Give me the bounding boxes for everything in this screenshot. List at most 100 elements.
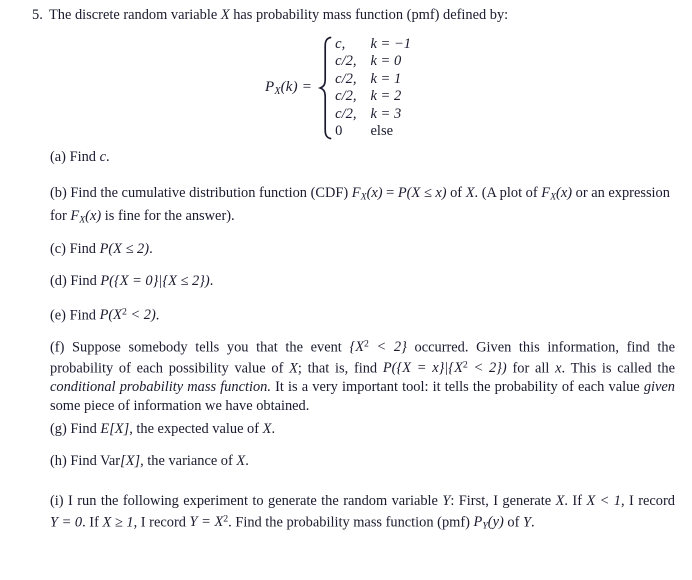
part-a-label: (a)	[50, 149, 66, 165]
part-i-body: (i) I run the following experiment to ge…	[50, 492, 675, 536]
part-f-X: X	[289, 360, 298, 377]
part-b-text-5: is fine for the answer).	[101, 208, 235, 225]
pmf-P: P	[265, 79, 275, 96]
part-h-Var: Var	[100, 453, 121, 469]
part-d-math: P({X = 0}|{X ≤ 2})	[100, 273, 210, 289]
part-g-label: (g)	[50, 421, 67, 437]
part-d-text-1: Find	[70, 273, 101, 289]
pmf-case-value: c/2,	[335, 88, 357, 105]
part-b-equals: =	[382, 185, 398, 201]
part-i-text-2: : First, I generate	[450, 493, 556, 509]
part-b-F2: F	[541, 185, 551, 201]
part-b-text-3: . (A plot of	[474, 185, 542, 201]
part-e: (e) Find P(X2 < 2).	[50, 304, 675, 325]
pmf-argument: (k) =	[280, 79, 313, 96]
document-page: 5. The discrete random variable X has pr…	[0, 0, 692, 580]
pmf-case-condition: k = 1	[370, 70, 402, 87]
part-c: (c) Find P(X ≤ 2).	[50, 240, 675, 259]
stem-text-before: The discrete random variable	[49, 7, 221, 23]
part-b-X: X	[465, 185, 475, 201]
part-i-text-5: . If	[82, 514, 103, 530]
part-e-math: P(X2 < 2)	[100, 307, 156, 323]
pmf-case-value: 0	[335, 123, 343, 140]
part-d-label: (d)	[50, 273, 67, 289]
part-f-body: (f) Suppose somebody tells you that the …	[50, 336, 675, 415]
part-c-label: (c)	[50, 241, 66, 257]
part-i-pmf-PY: PY(y)	[474, 514, 504, 532]
part-i-Y-equals-X-squared: Y = X2	[190, 514, 229, 530]
part-i-text-6: , I record	[133, 514, 190, 530]
part-f-text-6: It is a very important tool: it tells th…	[270, 379, 644, 395]
part-d-text-2: .	[209, 273, 214, 289]
part-i-text-1: I run the following experiment to genera…	[68, 493, 443, 509]
pmf-case-value: c,	[335, 36, 346, 52]
part-f-cond-main: P({X = x}|{X	[382, 360, 463, 377]
pmf-case-value: c/2,	[335, 70, 357, 87]
part-b-cdf-definition: FX(x) = P(X ≤ x)	[352, 185, 447, 203]
part-g-E-arg: [X]	[109, 421, 130, 437]
part-h-text-2: , the variance of	[140, 453, 237, 469]
part-f-italic-term: conditional probability mass function.	[50, 379, 271, 395]
problem-number: 5.	[32, 7, 43, 23]
part-f-cond-rest: < 2})	[467, 360, 507, 377]
part-i-P-arg: (y)	[487, 514, 504, 530]
part-b-label: (b)	[50, 185, 67, 201]
part-d: (d) Find P({X = 0}|{X ≤ 2}).	[50, 272, 675, 291]
part-h-text-3: .	[245, 453, 249, 469]
part-h-Var-arg: [X]	[120, 453, 141, 469]
part-f-label: (f)	[50, 339, 65, 356]
part-b-P-arg: (X ≤ x)	[406, 185, 447, 201]
part-e-rest: < 2)	[126, 307, 156, 324]
problem-stem: The discrete random variable X has proba…	[49, 7, 508, 23]
part-f-text-4: for all	[506, 360, 556, 377]
part-e-text-2: .	[155, 307, 160, 324]
pmf-case-value: c/2,	[335, 53, 357, 70]
part-i-Y-zero: Y = 0	[50, 514, 83, 530]
part-f-italic-given: given	[643, 379, 675, 395]
part-h-X: X	[236, 453, 246, 469]
part-e-label: (e)	[50, 307, 66, 324]
part-b-F2-arg: (x)	[556, 185, 573, 201]
part-h: (h) Find Var[X], the variance of X.	[50, 452, 675, 471]
part-f-text-7: some piece of information we have obtain…	[50, 397, 310, 414]
left-curly-brace-icon	[317, 36, 333, 140]
part-b-F-arg: (x)	[366, 185, 383, 201]
part-e-text-1: Find	[69, 307, 100, 324]
part-e-P-X: P(X	[99, 307, 122, 324]
part-i-Y2: Y	[522, 514, 531, 530]
part-h-label: (h)	[50, 453, 67, 469]
part-f-text-3: ; that is, find	[297, 360, 383, 377]
pmf-case-condition: k = −1	[370, 36, 411, 52]
part-f-text-5: . This is called the	[561, 360, 675, 377]
stem-text-after: has probability mass function (pmf) defi…	[229, 7, 509, 23]
part-g-text-3: .	[271, 421, 276, 437]
pmf-cases-grid: c, k = −1 c/2, k = 0 c/2, k = 1 c/2, k =…	[333, 36, 411, 140]
random-variable-X: X	[220, 7, 230, 23]
part-i-text-9: .	[530, 514, 535, 530]
part-f: (f) Suppose somebody tells you that the …	[50, 336, 675, 415]
pmf-case-condition: k = 0	[370, 53, 402, 70]
part-b-P: P	[397, 185, 407, 201]
pmf-lhs-label: PX(k) =	[265, 79, 317, 97]
part-g: (g) Find E[X], the expected value of X.	[50, 420, 675, 439]
part-c-text-2: .	[149, 241, 153, 257]
part-i-text-7: . Find the probability mass function (pm…	[228, 514, 474, 530]
part-i-condition-2: X ≥ 1	[102, 514, 134, 530]
pmf-case-value: c/2,	[335, 105, 357, 122]
part-b-text-2: of	[446, 185, 466, 201]
part-f-event-X: {X	[349, 339, 364, 356]
part-f-text-1: Suppose somebody tells you that the even…	[72, 339, 350, 356]
pmf-definition-display: PX(k) = c, k = −1 c/2, k = 0 c/2, k = 1 …	[0, 36, 692, 140]
pmf-case-condition: k = 3	[370, 105, 402, 122]
part-i-text-3: . If	[564, 493, 587, 509]
part-f-conditional-expression: P({X = x}|{X2 < 2})	[383, 360, 507, 376]
part-f-event-rest: < 2}	[368, 339, 407, 356]
part-c-text-1: Find	[69, 241, 100, 257]
part-i-label: (i)	[50, 493, 64, 509]
part-h-variance: Var[X]	[100, 453, 140, 469]
part-i: (i) I run the following experiment to ge…	[50, 492, 675, 536]
problem-statement: 5. The discrete random variable X has pr…	[32, 6, 672, 25]
part-i-condition-1: X < 1	[586, 493, 621, 509]
part-g-E: E	[100, 421, 110, 437]
part-a: (a) Find c.	[50, 148, 675, 167]
